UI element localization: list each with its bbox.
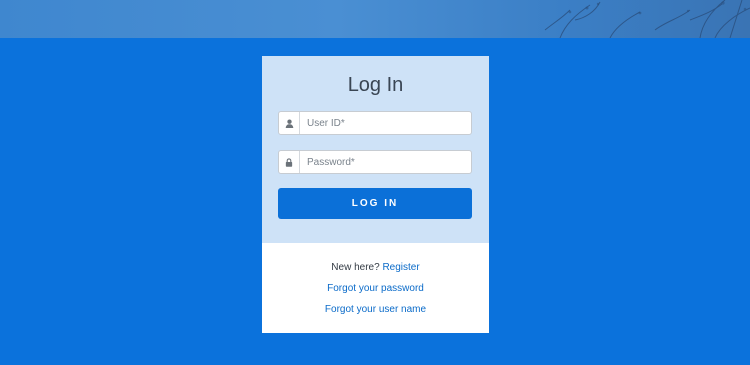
password-input[interactable] <box>300 151 470 173</box>
lock-icon <box>279 151 300 173</box>
login-card: Log In LOG IN New here? Register <box>262 56 489 333</box>
password-field[interactable] <box>278 150 472 174</box>
register-link[interactable]: Register <box>382 262 419 273</box>
forgot-username-row: Forgot your user name <box>262 304 489 316</box>
login-button[interactable]: LOG IN <box>278 188 472 219</box>
tree-branches-image <box>544 0 750 38</box>
register-prompt: New here? Register <box>262 262 489 274</box>
login-form-panel: Log In LOG IN <box>262 56 489 243</box>
user-icon <box>279 112 300 134</box>
forgot-password-link[interactable]: Forgot your password <box>327 283 424 294</box>
user-id-field[interactable] <box>278 111 472 135</box>
new-here-text: New here? <box>331 262 380 273</box>
forgot-username-link[interactable]: Forgot your user name <box>325 304 426 315</box>
user-id-input[interactable] <box>300 112 470 134</box>
forgot-password-row: Forgot your password <box>262 283 489 295</box>
hero-banner <box>0 0 750 38</box>
login-title: Log In <box>347 74 404 96</box>
